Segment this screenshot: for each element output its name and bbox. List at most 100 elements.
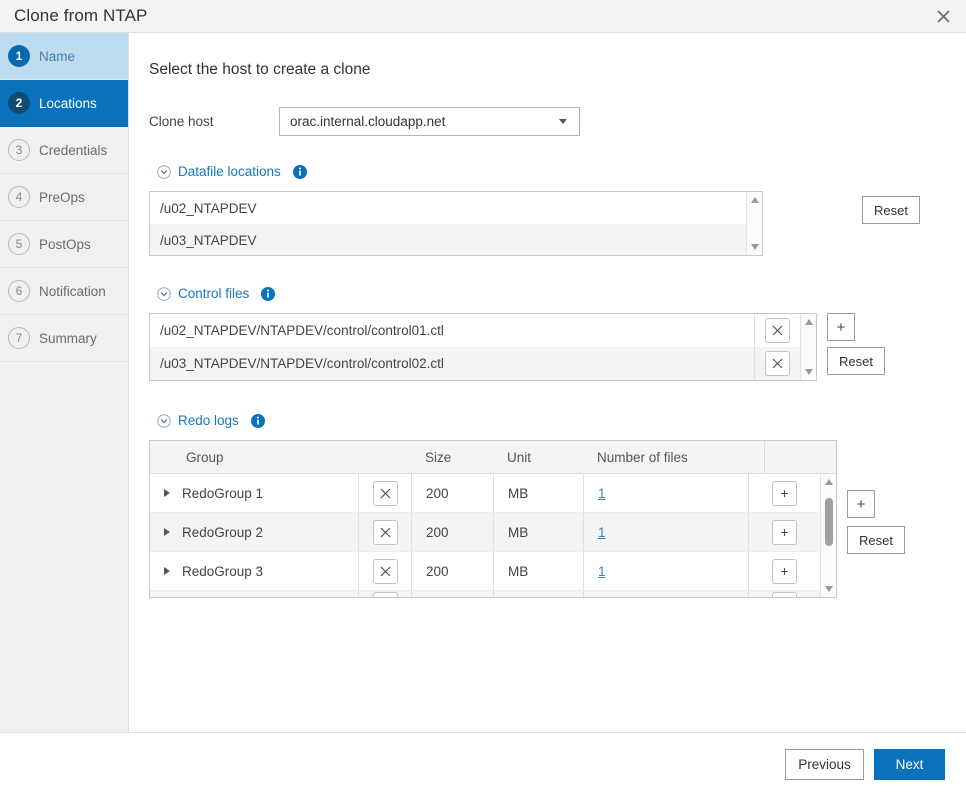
redo-size: 200 [411,513,493,551]
control-files-reset-button[interactable]: Reset [827,347,885,375]
list-item[interactable]: /u03_NTAPDEV/NTAPDEV/control/control02.c… [150,347,800,380]
control-files-title: Control files [178,286,250,301]
delete-icon[interactable] [372,480,398,506]
step-label: Locations [39,95,97,111]
datafile-path: /u02_NTAPDEV [160,200,257,216]
datafile-locations-title: Datafile locations [178,164,281,179]
sidebar-step-credentials[interactable]: 3 Credentials [0,127,128,174]
clone-host-row: Clone host orac.internal.cloudapp.net [149,107,966,136]
redo-group-cell: RedoGroup 1 [150,474,358,512]
add-file-button[interactable] [772,591,797,597]
control-file-delete-cell [754,314,800,347]
next-button[interactable]: Next [874,748,945,780]
clone-host-value: orac.internal.cloudapp.net [290,114,446,129]
clone-host-select[interactable]: orac.internal.cloudapp.net [279,107,580,136]
redo-files-link[interactable]: 1 [598,486,606,501]
scrollbar-thumb[interactable] [825,498,833,546]
redo-group-name: RedoGroup 1 [182,485,264,501]
expand-row-icon[interactable] [164,567,170,575]
redo-logs-section: Redo logs Group Size Unit Number of file… [149,413,966,598]
redo-logs-table: Group Size Unit Number of files RedoGrou… [149,440,837,598]
table-row[interactable]: RedoGroup 1 200 MB 1 + [150,474,820,513]
scroll-down-icon[interactable] [825,586,833,592]
table-row[interactable]: RedoGroup 2 200 MB 1 + [150,513,820,552]
info-icon[interactable] [292,164,307,179]
scroll-up-icon[interactable] [751,197,759,203]
scroll-up-icon[interactable] [825,479,833,485]
control-files-actions: + Reset [827,313,885,375]
expand-row-icon[interactable] [164,489,170,497]
chevron-down-circle-icon [157,413,171,428]
step-number: 4 [8,186,30,208]
datafile-locations-section: Datafile locations /u02_NTAPDEV /u03_NTA… [149,164,966,256]
sidebar-step-notification[interactable]: 6 Notification [0,268,128,315]
redo-unit [493,591,583,597]
redo-logs-add-button[interactable]: + [847,490,875,518]
delete-icon[interactable] [765,318,790,343]
datafile-locations-body: /u02_NTAPDEV /u03_NTAPDEV Reset [149,191,966,256]
control-files-list: /u02_NTAPDEV/NTAPDEV/control/control01.c… [149,313,817,381]
table-row[interactable]: RedoGroup 3 200 MB 1 + [150,552,820,591]
step-label: PostOps [39,236,91,252]
delete-icon[interactable] [372,558,398,584]
expand-row-icon[interactable] [164,528,170,536]
datafile-reset-button[interactable]: Reset [862,196,920,224]
sidebar-step-locations[interactable]: 2 Locations [0,80,128,127]
step-number: 7 [8,327,30,349]
control-file-rows: /u02_NTAPDEV/NTAPDEV/control/control01.c… [150,314,800,380]
delete-icon[interactable] [765,351,790,376]
step-number: 2 [8,92,30,114]
control-file-path: /u02_NTAPDEV/NTAPDEV/control/control01.c… [160,323,444,338]
redo-add-cell: + [748,552,820,590]
redo-logs-scrollbar[interactable] [820,474,836,597]
table-row-partial[interactable] [150,591,820,597]
dialog-title: Clone from NTAP [14,6,148,25]
sidebar-step-postops[interactable]: 5 PostOps [0,221,128,268]
step-number: 3 [8,139,30,161]
sidebar-step-summary[interactable]: 7 Summary [0,315,128,362]
redo-group-cell: RedoGroup 2 [150,513,358,551]
delete-icon[interactable] [372,591,398,597]
control-files-scrollbar[interactable] [800,314,816,380]
scroll-down-icon[interactable] [805,369,813,375]
chevron-down-icon [559,119,567,124]
step-label: Summary [39,330,97,346]
redo-unit: MB [493,552,583,590]
datafile-scrollbar[interactable] [746,192,762,255]
redo-add-cell: + [748,474,820,512]
redo-logs-header[interactable]: Redo logs [157,413,966,428]
redo-logs-actions: + Reset [847,490,905,554]
redo-files-link[interactable]: 1 [598,525,606,540]
info-icon[interactable] [250,413,265,428]
datafile-locations-header[interactable]: Datafile locations [157,164,966,179]
redo-logs-reset-button[interactable]: Reset [847,526,905,554]
add-file-button[interactable]: + [772,480,797,506]
page-title: Select the host to create a clone [149,61,371,78]
add-file-button[interactable]: + [772,519,797,545]
clone-host-label: Clone host [149,114,214,129]
control-files-add-button[interactable]: + [827,313,855,341]
step-number: 6 [8,280,30,302]
add-file-button[interactable]: + [772,558,797,584]
sidebar-step-name[interactable]: 1 Name [0,33,128,80]
redo-unit: MB [493,474,583,512]
close-icon[interactable] [928,2,958,30]
redo-files-cell: 1 [583,552,748,590]
sidebar-step-preops[interactable]: 4 PreOps [0,174,128,221]
info-icon[interactable] [261,286,276,301]
list-item[interactable]: /u02_NTAPDEV [150,192,746,224]
scroll-up-icon[interactable] [805,319,813,325]
control-files-header[interactable]: Control files [157,286,966,301]
previous-button[interactable]: Previous [785,748,864,780]
redo-group-name: RedoGroup 2 [182,524,264,540]
delete-icon[interactable] [372,519,398,545]
redo-files-link[interactable]: 1 [598,564,606,579]
list-item[interactable]: /u03_NTAPDEV [150,224,746,255]
redo-files-cell [583,591,748,597]
list-item[interactable]: /u02_NTAPDEV/NTAPDEV/control/control01.c… [150,314,800,347]
column-header-unit: Unit [507,449,532,465]
datafile-rows: /u02_NTAPDEV /u03_NTAPDEV [150,192,746,255]
redo-unit: MB [493,513,583,551]
column-header-size: Size [425,449,452,465]
scroll-down-icon[interactable] [751,244,759,250]
